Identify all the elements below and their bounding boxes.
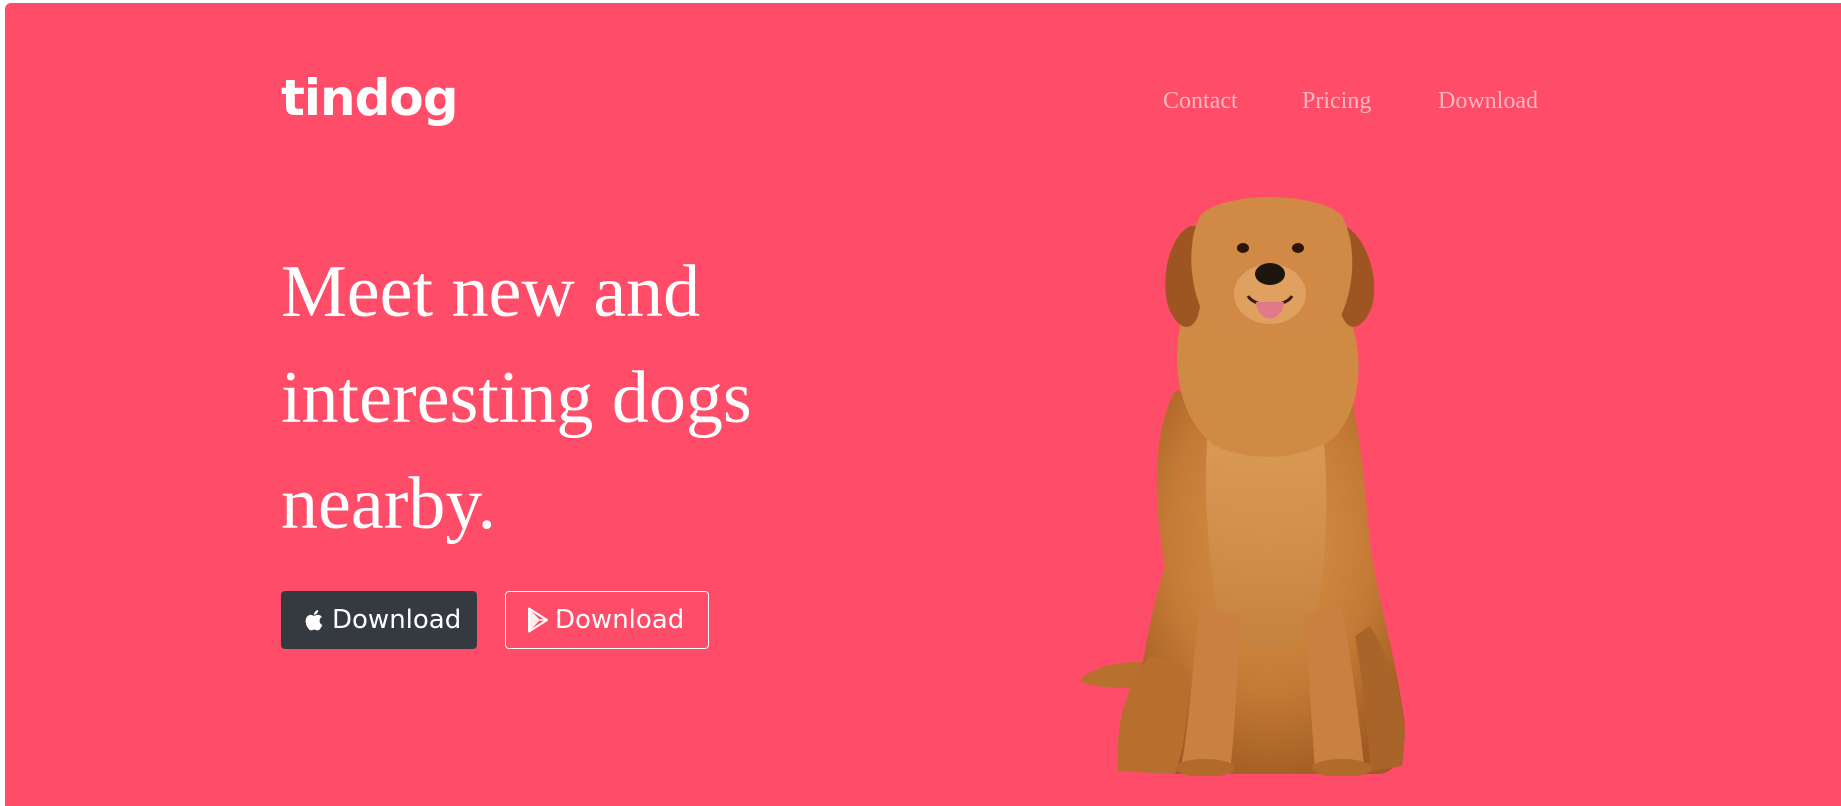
nav-link-contact[interactable]: Contact	[1163, 89, 1238, 113]
nav-link-pricing[interactable]: Pricing	[1302, 89, 1371, 113]
golden-retriever-image	[1080, 197, 1405, 776]
google-play-download-label: Download	[555, 605, 685, 635]
google-play-download-button[interactable]: Download	[505, 591, 709, 649]
apple-download-button[interactable]: Download	[281, 591, 477, 649]
headline-line: interesting dogs	[281, 357, 752, 439]
headline-line: nearby.	[281, 463, 497, 545]
hero-headline: Meet new and interesting dogs nearby.	[281, 239, 841, 557]
apple-icon	[304, 607, 326, 633]
apple-download-label: Download	[332, 605, 462, 635]
title-section: tindog Contact Pricing Download Meet new…	[5, 3, 1841, 806]
headline-line: Meet new and	[281, 251, 701, 333]
nav-link-download[interactable]: Download	[1438, 89, 1538, 113]
google-play-icon	[527, 607, 549, 633]
brand-logo[interactable]: tindog	[281, 73, 459, 123]
